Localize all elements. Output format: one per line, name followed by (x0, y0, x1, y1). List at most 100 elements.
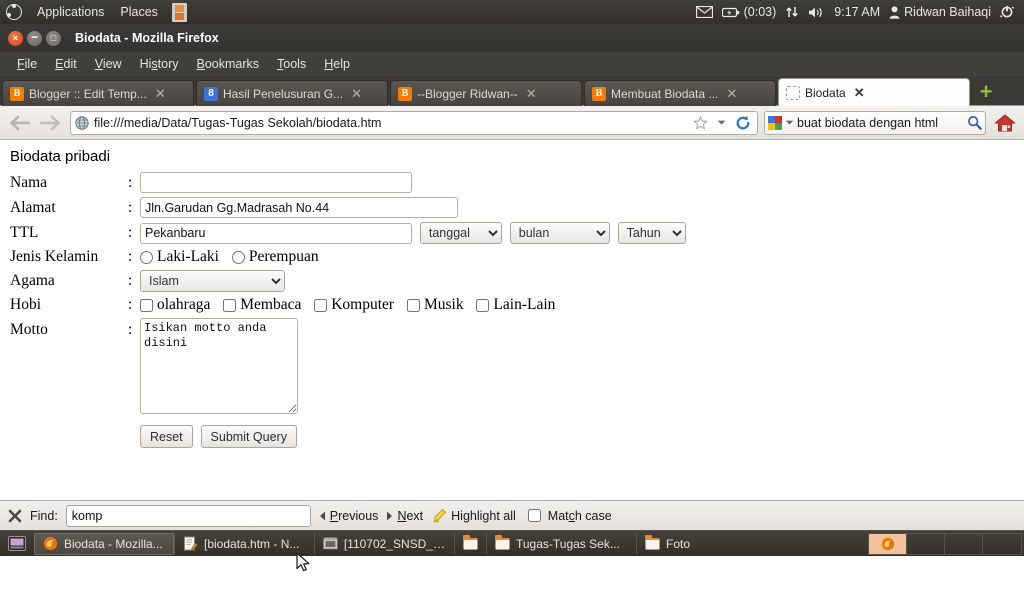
menu-bookmarks[interactable]: Bookmarks (188, 55, 269, 73)
bookmark-star-icon[interactable] (691, 115, 710, 130)
tab-close-icon[interactable]: ✕ (726, 87, 737, 100)
workspace-switcher (868, 532, 1022, 555)
alamat-input[interactable] (140, 197, 458, 218)
power-gear-icon[interactable] (1000, 5, 1014, 19)
checkbox-komputer[interactable]: Komputer (314, 296, 398, 313)
menu-history[interactable]: History (131, 55, 188, 73)
checkbox-olahraga-input[interactable] (140, 298, 153, 312)
applications-menu[interactable]: Applications (29, 3, 112, 21)
find-previous-button[interactable]: Previous (319, 509, 378, 523)
menu-view[interactable]: View (86, 55, 131, 73)
home-icon[interactable] (992, 110, 1018, 136)
checkbox-musik[interactable]: Musik (406, 296, 468, 313)
tab-hasil-penelusuran[interactable]: 8 Hasil Penelusuran G... ✕ (196, 80, 388, 106)
radio-laki-laki-input[interactable] (140, 250, 153, 264)
google-search-engine-icon[interactable] (768, 115, 782, 130)
checkbox-membaca[interactable]: Membaca (223, 296, 305, 313)
taskbar-item-label: Biodata - Mozilla... (64, 536, 163, 551)
taskbar-item-label: Tugas-Tugas Sek... (516, 536, 620, 551)
highlight-all-button[interactable]: Highlight all (431, 508, 516, 523)
ttl-tempat-input[interactable] (140, 222, 412, 244)
back-arrow-icon[interactable] (6, 110, 32, 136)
tab-biodata[interactable]: Biodata ✕ (778, 78, 970, 106)
menu-edit[interactable]: Edit (46, 55, 86, 73)
checkbox-membaca-input[interactable] (223, 298, 237, 312)
show-desktop-icon[interactable] (4, 533, 30, 555)
workspace-4[interactable] (983, 534, 1021, 554)
new-tab-button[interactable]: + (975, 81, 997, 103)
magnifier-icon[interactable] (967, 115, 982, 130)
window-titlebar: × − □ Biodata - Mozilla Firefox (0, 24, 1024, 52)
ttl-tanggal-select[interactable]: tanggal (419, 222, 502, 244)
chevron-down-icon[interactable] (785, 119, 794, 126)
tab-blogger-edit-template[interactable]: B Blogger :: Edit Temp... ✕ (2, 80, 194, 106)
taskbar-item-foto[interactable]: Foto (636, 532, 746, 555)
find-next-button[interactable]: Next (386, 509, 423, 523)
taskbar-item-video[interactable]: [110702_SNSD_-... (314, 532, 454, 555)
checkbox-lain-lain[interactable]: Lain-Lain (476, 296, 555, 313)
volume-icon[interactable] (808, 6, 825, 19)
checkbox-olahraga[interactable]: olahraga (140, 296, 214, 313)
ttl-bulan-select[interactable]: bulan (509, 222, 610, 244)
network-icon[interactable] (785, 5, 799, 19)
window-maximize-button[interactable]: □ (46, 30, 61, 46)
ttl-tahun-select[interactable]: Tahun (617, 222, 686, 244)
places-menu[interactable]: Places (112, 3, 166, 21)
colon: : (128, 248, 133, 265)
colon: : (128, 272, 133, 289)
match-case-checkbox[interactable]: Match case (524, 506, 612, 525)
battery-status[interactable]: (0:03) (721, 5, 776, 19)
tab-close-icon[interactable]: ✕ (526, 87, 537, 100)
radio-laki-laki-label: Laki-Laki (157, 248, 219, 265)
checkbox-komputer-input[interactable] (314, 298, 328, 312)
user-menu[interactable]: Ridwan Baihaqi (889, 5, 991, 19)
find-close-icon[interactable] (8, 509, 22, 523)
tab-blogger-ridwan[interactable]: B --Blogger Ridwan-- ✕ (390, 80, 582, 106)
colon: : (128, 198, 133, 216)
tab-membuat-biodata[interactable]: B Membuat Biodata ... ✕ (584, 80, 776, 106)
menu-file[interactable]: File (8, 55, 46, 73)
tab-close-icon[interactable]: ✕ (351, 87, 362, 100)
reset-button[interactable]: Reset (140, 425, 193, 448)
window-minimize-button[interactable]: − (27, 30, 42, 46)
checkbox-lain-lain-input[interactable] (476, 298, 490, 312)
chevron-down-icon[interactable] (715, 119, 728, 126)
search-bar[interactable]: buat biodata dengan html (764, 110, 986, 135)
workspace-1[interactable] (869, 533, 907, 554)
folder-icon (495, 534, 510, 550)
form-row-agama: Agama : Islam (10, 268, 686, 294)
reload-icon[interactable] (733, 115, 753, 131)
motto-textarea[interactable]: Isikan motto anda disini (140, 318, 298, 414)
taskbar-item-gedit[interactable]: [biodata.htm - N... (174, 532, 314, 555)
checkbox-musik-input[interactable] (406, 298, 420, 312)
agama-select[interactable]: Islam (140, 270, 285, 292)
submit-button[interactable]: Submit Query (200, 425, 297, 448)
nama-input[interactable] (140, 172, 412, 193)
taskbar-item-folder-1[interactable] (454, 532, 486, 555)
clock[interactable]: 9:17 AM (834, 5, 880, 19)
match-case-label: Match case (547, 508, 612, 523)
tab-close-icon[interactable]: ✕ (155, 87, 166, 100)
taskbar-item-tugas-tugas[interactable]: Tugas-Tugas Sek... (486, 532, 636, 555)
highlighter-icon (434, 508, 447, 523)
ubuntu-logo-icon[interactable] (6, 4, 22, 20)
radio-perempuan[interactable]: Perempuan (231, 248, 319, 265)
menu-help[interactable]: Help (315, 55, 359, 73)
forward-arrow-icon[interactable] (38, 110, 64, 136)
window-close-button[interactable]: × (8, 30, 23, 46)
find-input[interactable] (65, 504, 311, 527)
radio-perempuan-input[interactable] (231, 250, 245, 264)
workspace-3[interactable] (945, 533, 983, 554)
url-bar[interactable]: file:///media/Data/Tugas-Tugas Sekolah/b… (70, 110, 758, 135)
envelope-icon[interactable] (695, 6, 713, 18)
workspace-2[interactable] (907, 533, 945, 554)
form-row-motto: Motto : Isikan motto anda disini (10, 316, 686, 421)
tab-close-icon[interactable]: ✕ (854, 86, 865, 99)
menu-bar: File Edit View History Bookmarks Tools H… (0, 52, 1024, 76)
match-case-input[interactable] (527, 509, 541, 522)
film-strip-icon[interactable] (171, 2, 187, 22)
taskbar-item-firefox[interactable]: Biodata - Mozilla... (34, 532, 174, 555)
menu-tools[interactable]: Tools (268, 55, 315, 73)
radio-laki-laki[interactable]: Laki-Laki (140, 248, 223, 265)
checkbox-olahraga-label: olahraga (157, 296, 211, 313)
